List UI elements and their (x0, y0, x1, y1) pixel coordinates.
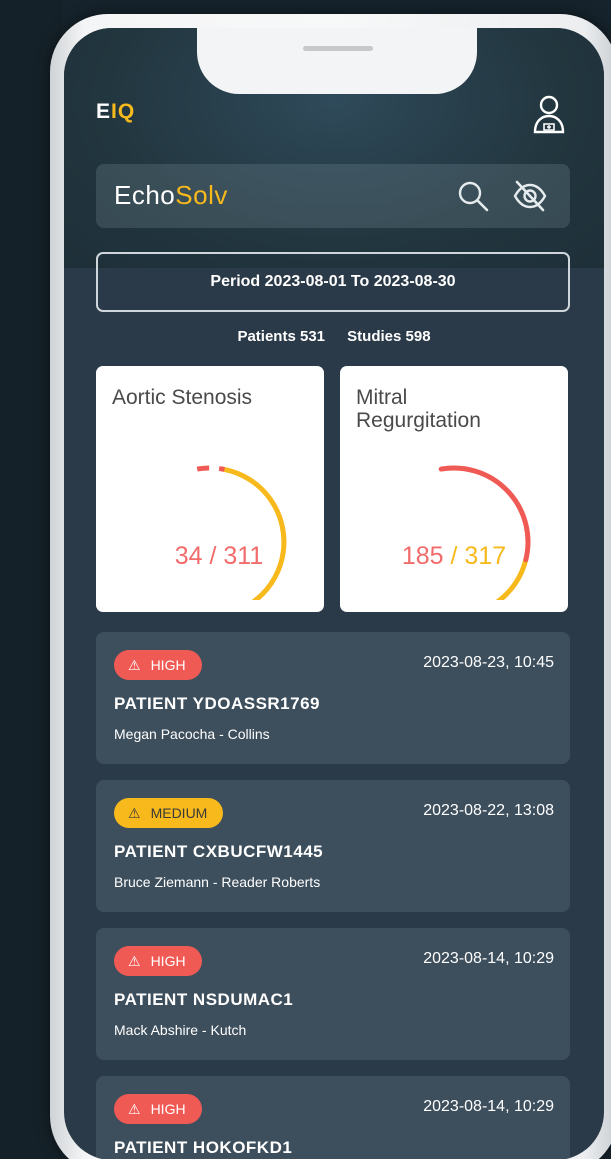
eiq-logo-e: E (96, 100, 112, 123)
alert-card[interactable]: ⚠ MEDIUM 2023-08-22, 13:08 PATIENT CXBUCF… (96, 780, 570, 912)
card-value-total: 311 (223, 542, 264, 570)
card-value-current: 185 (401, 542, 444, 570)
patients-count: Patients 531 (237, 328, 325, 345)
severity-badge: ⚠ HIGH (114, 650, 202, 680)
severity-badge: ⚠ MEDIUM (114, 798, 224, 828)
warning-icon: ⚠ (128, 1101, 141, 1117)
phone-notch (197, 28, 477, 94)
alert-timestamp: 2023-08-23, 10:45 (423, 654, 554, 671)
warning-icon: ⚠ (128, 953, 141, 969)
phone-frame: EIQ EchoSolv Period 2023-08-01 To 2023-0… (50, 14, 611, 1159)
user-doctor-icon[interactable] (532, 94, 566, 136)
alert-timestamp: 2023-08-14, 10:29 (423, 950, 554, 967)
severity-badge: ⚠ HIGH (114, 1094, 202, 1124)
patient-id: PATIENT NSDUMAC1 (114, 990, 294, 1009)
patient-id: PATIENT YDOASSR1769 (114, 694, 321, 713)
eiq-logo: EIQ (96, 100, 135, 124)
patient-names: Megan Pacocha - Collins (114, 726, 270, 742)
mitral-regurgitation-card[interactable]: Mitral Regurgitation 185 / 317 (340, 366, 568, 612)
mitral-regurgitation-value: 185 / 317 (340, 542, 568, 571)
severity-label: HIGH (150, 953, 186, 969)
app-screen: EIQ EchoSolv Period 2023-08-01 To 2023-0… (64, 28, 604, 1159)
search-icon[interactable] (456, 179, 490, 213)
alert-card[interactable]: ⚠ HIGH 2023-08-23, 10:45 PATIENT YDOASSR1… (96, 632, 570, 764)
aortic-stenosis-gauge (196, 465, 287, 600)
echosolv-logo-echo: Echo (114, 180, 176, 210)
card-value-current: 34 (174, 542, 203, 570)
card-value-separator: / (443, 542, 465, 570)
patient-id: PATIENT CXBUCFW1445 (114, 842, 324, 861)
studies-count: Studies 598 (347, 328, 431, 345)
warning-icon: ⚠ (128, 657, 141, 673)
eye-off-icon[interactable] (512, 179, 548, 213)
patient-id: PATIENT HOKOFKD1 (114, 1138, 293, 1157)
eiq-logo-iq: IQ (111, 100, 136, 123)
alert-card[interactable]: ⚠ HIGH 2023-08-14, 10:29 PATIENT NSDUMAC1… (96, 928, 570, 1060)
alert-timestamp: 2023-08-14, 10:29 (423, 1098, 554, 1115)
alert-card[interactable]: ⚠ HIGH 2023-08-14, 10:29 PATIENT HOKOFKD1 (96, 1076, 570, 1159)
severity-badge: ⚠ HIGH (114, 946, 202, 976)
app-bar: EchoSolv (96, 164, 570, 228)
card-value-total: 317 (464, 542, 507, 570)
severity-label: HIGH (150, 657, 186, 673)
card-value-separator: / (202, 542, 224, 570)
mitral-regurgitation-gauge (438, 465, 531, 600)
severity-label: MEDIUM (150, 805, 208, 821)
warning-icon: ⚠ (128, 805, 141, 821)
aortic-stenosis-value: 34 / 311 (96, 542, 324, 571)
alert-timestamp: 2023-08-22, 13:08 (423, 802, 554, 819)
period-filter-button[interactable]: Period 2023-08-01 To 2023-08-30 (96, 252, 570, 312)
stats-summary: Patients 531 Studies 598 (64, 328, 604, 345)
severity-label: HIGH (150, 1101, 186, 1117)
aortic-stenosis-card[interactable]: Aortic Stenosis 34 / 311 (96, 366, 324, 612)
echosolv-logo: EchoSolv (114, 180, 228, 211)
patient-names: Mack Abshire - Kutch (114, 1022, 247, 1038)
speaker-grille (303, 46, 373, 51)
card-title: Mitral Regurgitation (356, 386, 481, 432)
patient-names: Bruce Ziemann - Reader Roberts (114, 874, 321, 890)
card-title: Aortic Stenosis (112, 386, 253, 409)
echosolv-logo-solv: Solv (175, 180, 228, 210)
